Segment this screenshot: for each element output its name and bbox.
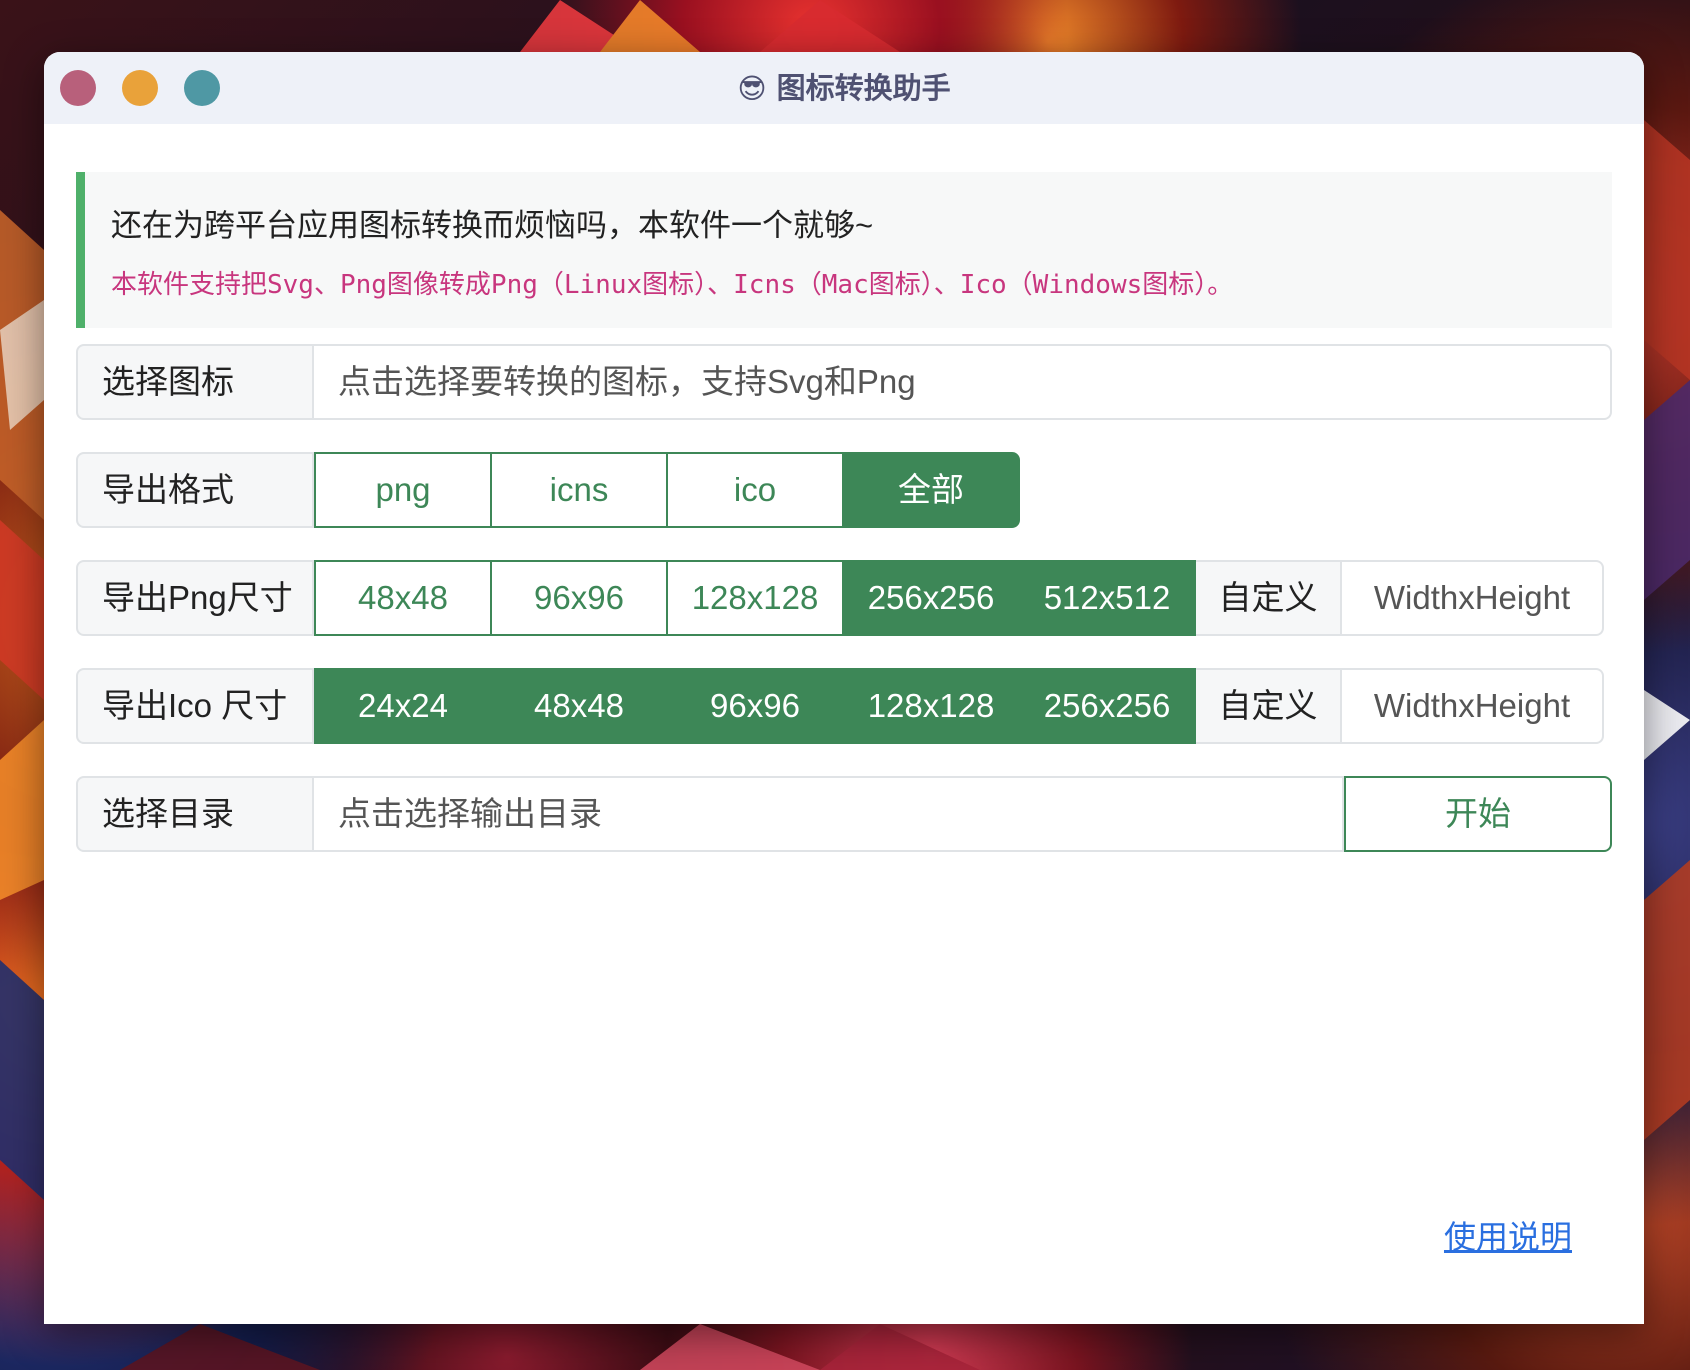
- ico-size-row: 导出Ico 尺寸 24x24 48x48 96x96 128x128 256x2…: [76, 668, 1612, 744]
- ico-size-256[interactable]: 256x256: [1018, 668, 1196, 744]
- select-icon-label: 选择图标: [76, 344, 314, 420]
- window-title-text: 图标转换助手: [776, 71, 951, 105]
- ico-size-48[interactable]: 48x48: [490, 668, 668, 744]
- png-custom-size-input[interactable]: WidthxHeight: [1342, 560, 1604, 636]
- select-dir-input[interactable]: 点击选择输出目录: [314, 776, 1344, 852]
- select-dir-label: 选择目录: [76, 776, 314, 852]
- intro-notice: 还在为跨平台应用图标转换而烦恼吗，本软件一个就够~ 本软件支持把Svg、Png图…: [76, 172, 1612, 328]
- ico-custom-size-input[interactable]: WidthxHeight: [1342, 668, 1604, 744]
- png-size-256[interactable]: 256x256: [842, 560, 1020, 636]
- select-icon-row: 选择图标 点击选择要转换的图标，支持Svg和Png: [76, 344, 1612, 420]
- start-button[interactable]: 开始: [1344, 776, 1612, 852]
- desktop-wallpaper: 😎 图标转换助手 还在为跨平台应用图标转换而烦恼吗，本软件一个就够~ 本软件支持把…: [0, 0, 1690, 1370]
- format-option-icns[interactable]: icns: [490, 452, 668, 528]
- app-window: 😎 图标转换助手 还在为跨平台应用图标转换而烦恼吗，本软件一个就够~ 本软件支持把…: [44, 52, 1644, 1324]
- format-option-png[interactable]: png: [314, 452, 492, 528]
- png-size-96[interactable]: 96x96: [490, 560, 668, 636]
- png-size-row: 导出Png尺寸 48x48 96x96 128x128 256x256 512x…: [76, 560, 1612, 636]
- title-bar: 😎 图标转换助手: [44, 52, 1644, 124]
- notice-headline: 还在为跨平台应用图标转换而烦恼吗，本软件一个就够~: [111, 208, 874, 243]
- png-size-128[interactable]: 128x128: [666, 560, 844, 636]
- notice-description: 本软件支持把Svg、Png图像转成Png（Linux图标）、Icns（Mac图标…: [111, 270, 1234, 300]
- png-custom-label: 自定义: [1196, 560, 1342, 636]
- select-icon-input[interactable]: 点击选择要转换的图标，支持Svg和Png: [314, 344, 1612, 420]
- png-size-label: 导出Png尺寸: [76, 560, 314, 636]
- ico-size-24[interactable]: 24x24: [314, 668, 492, 744]
- export-format-label: 导出格式: [76, 452, 314, 528]
- png-size-48[interactable]: 48x48: [314, 560, 492, 636]
- format-option-all[interactable]: 全部: [842, 452, 1020, 528]
- help-link[interactable]: 使用说明: [1444, 1212, 1572, 1258]
- ico-size-128[interactable]: 128x128: [842, 668, 1020, 744]
- ico-size-label: 导出Ico 尺寸: [76, 668, 314, 744]
- format-option-ico[interactable]: ico: [666, 452, 844, 528]
- main-content: 还在为跨平台应用图标转换而烦恼吗，本软件一个就够~ 本软件支持把Svg、Png图…: [76, 172, 1612, 852]
- export-format-row: 导出格式 png icns ico 全部: [76, 452, 1020, 528]
- sunglasses-emoji-icon: 😎: [737, 72, 767, 105]
- png-size-512[interactable]: 512x512: [1018, 560, 1196, 636]
- ico-size-96[interactable]: 96x96: [666, 668, 844, 744]
- window-title: 😎 图标转换助手: [44, 52, 1644, 124]
- ico-custom-label: 自定义: [1196, 668, 1342, 744]
- select-dir-row: 选择目录 点击选择输出目录 开始: [76, 776, 1612, 852]
